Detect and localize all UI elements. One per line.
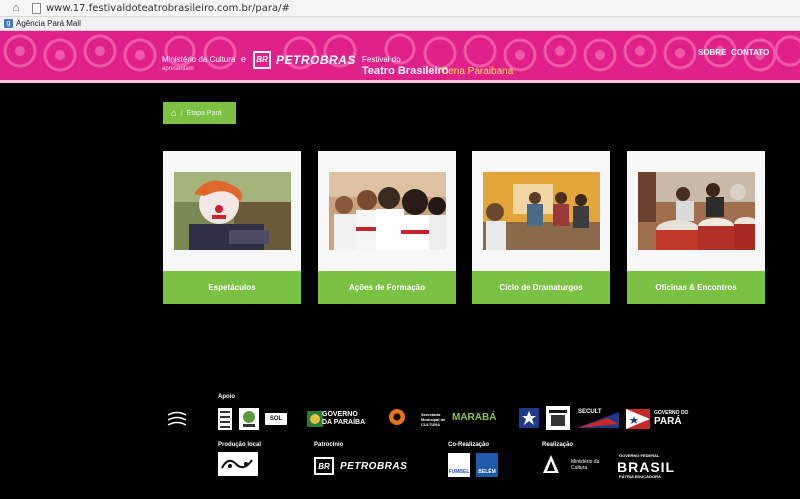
co-realizacao-label: Co-Realização xyxy=(448,442,490,448)
drums-photo[interactable] xyxy=(638,172,755,250)
theatre-logo xyxy=(166,407,188,431)
petrobras-logo: PETROBRAS xyxy=(276,53,356,67)
para-flag-logo xyxy=(626,409,650,429)
meeting-photo[interactable] xyxy=(483,172,600,250)
url-text[interactable]: www.17.festivaldoteatrobrasileiro.com.br… xyxy=(46,3,290,14)
home-icon[interactable]: ⌂ xyxy=(8,0,24,16)
seminc-logo: Secretaria Municipal de CULTURA xyxy=(421,412,446,427)
nav-sobre-link[interactable]: SOBRE xyxy=(698,48,726,57)
governo-paraiba-logo-1: GOVERNO xyxy=(322,411,358,418)
breadcrumb-separator: / xyxy=(180,108,183,118)
e-text: e xyxy=(241,54,247,64)
card-label[interactable]: Ações de Formação xyxy=(318,271,456,304)
card-ciclo-dramaturgos[interactable]: Ciclo de Dramaturgos xyxy=(472,151,610,304)
page-icon xyxy=(32,2,41,14)
address-bar[interactable]: ⌂ www.17.festivaldoteatrobrasileiro.com.… xyxy=(0,0,800,17)
festival-title-line1: Festival do xyxy=(362,55,401,64)
site-header: Ministério da Cultura e apresentam BR PE… xyxy=(0,31,800,83)
cena-paraibana-text: Cena Paraibana xyxy=(441,66,514,77)
breadcrumb: ⌂ / Etapa Pará xyxy=(163,102,236,124)
bookmarks-bar: g Agência Pará Mail xyxy=(0,17,800,31)
realizacao-label: Realização xyxy=(542,442,574,448)
patria-educadora-text: PÁTRIA EDUCADORA xyxy=(619,474,661,479)
educacao-logo xyxy=(384,407,410,427)
petrobras-footer-logo: PETROBRAS xyxy=(340,461,408,472)
star-emblem-logo xyxy=(519,408,539,428)
ministerio-cultura-text: Ministério da Cultura xyxy=(162,55,236,64)
nav-contato-link[interactable]: CONTATO xyxy=(731,48,769,57)
governo-federal-text: GOVERNO FEDERAL xyxy=(619,453,660,458)
festival-title-line2: Teatro Brasileiro xyxy=(362,65,449,77)
home-icon[interactable]: ⌂ xyxy=(171,108,176,118)
card-label[interactable]: Espetáculos xyxy=(163,271,301,304)
card-label[interactable]: Oficinas & Encontros xyxy=(627,271,765,304)
theatre-bw-logo xyxy=(546,406,570,430)
ministerio-cultura-footer: Ministério da Cultura xyxy=(571,459,600,471)
secult-text: SECULT xyxy=(578,409,602,415)
support-logo-green xyxy=(239,408,259,430)
maraba-logo: MARABÁ xyxy=(452,412,497,423)
students-photo[interactable] xyxy=(329,172,446,250)
realizacao-emblem-logo xyxy=(542,453,560,475)
governo-paraiba-logo-2: DA PARAÍBA xyxy=(322,419,366,426)
header-stripe xyxy=(0,80,800,83)
bookmark-agencia-para-mail[interactable]: Agência Pará Mail xyxy=(16,19,81,28)
bookmark-icon: g xyxy=(4,19,13,28)
patrocinio-label: Patrocínio xyxy=(314,442,344,448)
br-footer-logo: BR xyxy=(314,457,334,475)
escola-logo xyxy=(218,408,232,430)
card-oficinas-encontros[interactable]: Oficinas & Encontros xyxy=(627,151,765,304)
breadcrumb-current[interactable]: Etapa Pará xyxy=(187,110,222,117)
producao-local-logo xyxy=(218,452,258,476)
clown-photo[interactable] xyxy=(174,172,291,250)
apresentam-text: apresentam xyxy=(162,66,194,72)
apoio-label: Apoio xyxy=(218,394,235,400)
card-acoes-formacao[interactable]: Ações de Formação xyxy=(318,151,456,304)
governo-para-logo-2: PARÁ xyxy=(654,416,682,427)
brasil-logo: BRASIL xyxy=(617,459,676,475)
fumbel-logo: FUMBEL xyxy=(448,453,470,477)
card-label[interactable]: Ciclo de Dramaturgos xyxy=(472,271,610,304)
card-espetaculos[interactable]: Espetáculos xyxy=(163,151,301,304)
sol-logo: SOL xyxy=(265,413,287,425)
producao-local-label: Produção local xyxy=(218,442,262,448)
belem-logo: BELÉM xyxy=(476,453,498,477)
br-logo: BR xyxy=(253,51,271,69)
